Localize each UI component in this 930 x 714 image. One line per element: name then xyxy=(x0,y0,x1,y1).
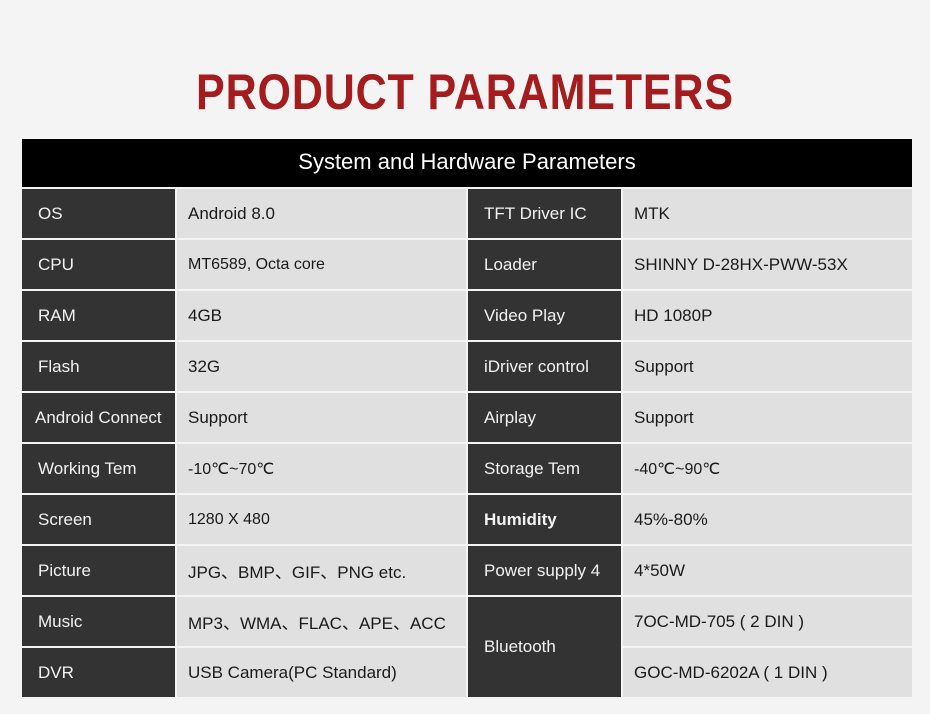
param-label-video-play: Video Play xyxy=(468,291,621,340)
param-label-android-connect: Android Connect xyxy=(22,393,175,442)
param-value-cpu: MT6589, Octa core xyxy=(177,240,466,289)
param-label-bluetooth: Bluetooth xyxy=(468,597,621,697)
param-value-flash: 32G xyxy=(177,342,466,391)
param-value-ram: 4GB xyxy=(177,291,466,340)
param-value-video-play: HD 1080P xyxy=(623,291,912,340)
param-label-ram: RAM xyxy=(22,291,175,340)
param-label-music: Music xyxy=(22,597,175,646)
param-value-airplay: Support xyxy=(623,393,912,442)
param-label-os: OS xyxy=(22,189,175,238)
param-value-storage-temp: -40℃~90℃ xyxy=(623,444,912,493)
param-value-humidity: 45%-80% xyxy=(623,495,912,544)
param-value-tft-driver-ic: MTK xyxy=(623,189,912,238)
param-label-power-supply: Power supply 4 xyxy=(468,546,621,595)
param-value-idriver-control: Support xyxy=(623,342,912,391)
param-label-cpu: CPU xyxy=(22,240,175,289)
param-label-working-temp: Working Tem xyxy=(22,444,175,493)
param-value-working-temp: -10℃~70℃ xyxy=(177,444,466,493)
param-value-screen: 1280 X 480 xyxy=(177,495,466,544)
param-label-flash: Flash xyxy=(22,342,175,391)
parameters-grid: OS Android 8.0 TFT Driver IC MTK CPU MT6… xyxy=(22,189,912,697)
parameters-table: System and Hardware Parameters OS Androi… xyxy=(22,139,912,697)
param-label-loader: Loader xyxy=(468,240,621,289)
param-value-os: Android 8.0 xyxy=(177,189,466,238)
page-title: PRODUCT PARAMETERS xyxy=(196,64,734,120)
param-value-loader: SHINNY D-28HX-PWW-53X xyxy=(623,240,912,289)
param-value-power-supply: 4*50W xyxy=(623,546,912,595)
param-label-dvr: DVR xyxy=(22,648,175,697)
param-label-storage-temp: Storage Tem xyxy=(468,444,621,493)
table-header: System and Hardware Parameters xyxy=(22,139,912,187)
param-value-picture: JPG、BMP、GIF、PNG etc. xyxy=(177,546,466,595)
param-label-airplay: Airplay xyxy=(468,393,621,442)
param-value-bluetooth-1din: GOC-MD-6202A ( 1 DIN ) xyxy=(623,648,912,697)
param-value-android-connect: Support xyxy=(177,393,466,442)
param-value-music: MP3、WMA、FLAC、APE、ACC xyxy=(177,597,466,646)
param-label-picture: Picture xyxy=(22,546,175,595)
param-label-idriver-control: iDriver control xyxy=(468,342,621,391)
param-label-tft-driver-ic: TFT Driver IC xyxy=(468,189,621,238)
param-value-dvr: USB Camera(PC Standard) xyxy=(177,648,466,697)
param-value-bluetooth-2din: 7OC-MD-705 ( 2 DIN ) xyxy=(623,597,912,646)
param-label-humidity: Humidity xyxy=(468,495,621,544)
param-label-screen: Screen xyxy=(22,495,175,544)
